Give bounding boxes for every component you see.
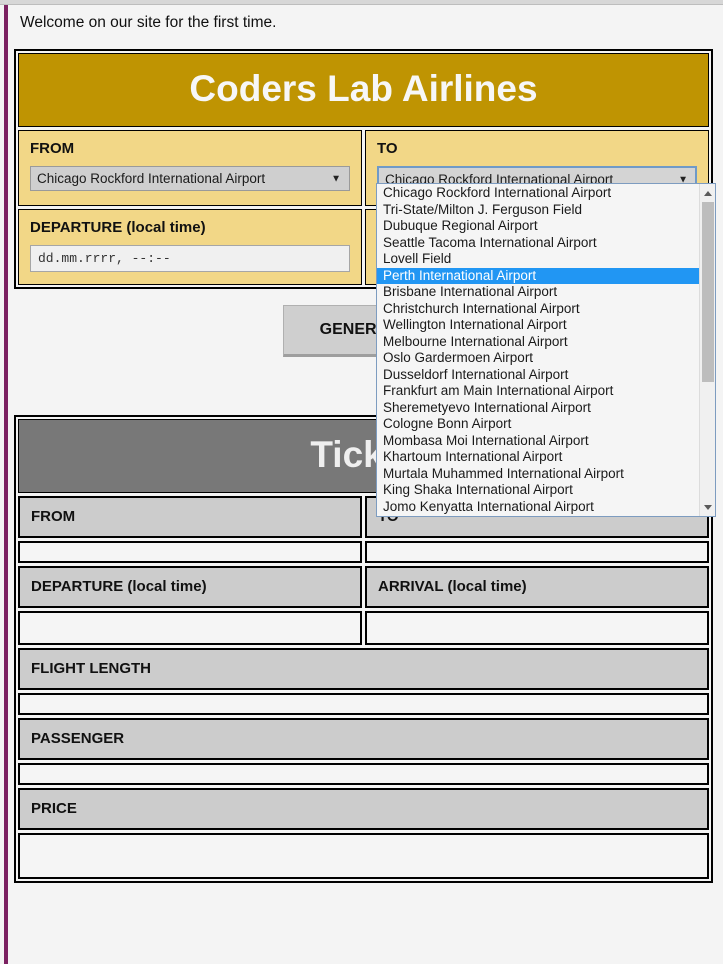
dropdown-option[interactable]: Melbourne International Airport bbox=[377, 334, 699, 351]
dropdown-option[interactable]: Lovell Field bbox=[377, 251, 699, 268]
dropdown-option[interactable]: Jomo Kenyatta International Airport bbox=[377, 499, 699, 516]
welcome-message: Welcome on our site for the first time. bbox=[20, 14, 277, 31]
table-value-cell-right bbox=[365, 611, 709, 645]
table-header-cell-left: FLIGHT LENGTH bbox=[18, 648, 709, 690]
dropdown-option[interactable]: Dusseldorf International Airport bbox=[377, 367, 699, 384]
dropdown-scrollbar[interactable] bbox=[699, 184, 715, 516]
table-row bbox=[18, 611, 709, 645]
dropdown-option[interactable]: Wellington International Airport bbox=[377, 317, 699, 334]
dropdown-option[interactable]: Chicago Rockford International Airport bbox=[377, 185, 699, 202]
table-row: PRICE bbox=[18, 788, 709, 830]
dropdown-option[interactable]: Khartoum International Airport bbox=[377, 449, 699, 466]
scroll-up-arrow-icon[interactable] bbox=[700, 186, 715, 200]
dropdown-option[interactable]: King Shaka International Airport bbox=[377, 482, 699, 499]
dropdown-option[interactable]: Tri-State/Milton J. Ferguson Field bbox=[377, 202, 699, 219]
table-row: DEPARTURE (local time) ARRIVAL (local tim… bbox=[18, 566, 709, 608]
table-value-cell-left bbox=[18, 611, 362, 645]
scrollbar-thumb[interactable] bbox=[702, 202, 714, 382]
table-header-cell-left: PRICE bbox=[18, 788, 709, 830]
table-header-cell-right: ARRIVAL (local time) bbox=[365, 566, 709, 608]
to-select-dropdown[interactable]: Chicago Rockford International Airport Tr… bbox=[376, 183, 716, 517]
departure-label: DEPARTURE (local time) bbox=[30, 219, 206, 236]
table-row bbox=[18, 763, 709, 785]
table-header-cell-left: FROM bbox=[18, 496, 362, 538]
dropdown-option-list[interactable]: Chicago Rockford International Airport Tr… bbox=[377, 184, 699, 516]
table-value-cell-left bbox=[18, 763, 709, 785]
brand-header: Coders Lab Airlines bbox=[18, 53, 709, 127]
table-value-cell-left bbox=[18, 693, 709, 715]
table-row bbox=[18, 833, 709, 879]
dropdown-option[interactable]: Brisbane International Airport bbox=[377, 284, 699, 301]
to-label: TO bbox=[377, 140, 398, 157]
ticket-table: FROMTODEPARTURE (local time)ARRIVAL (loc… bbox=[18, 496, 709, 879]
scroll-down-arrow-icon[interactable] bbox=[700, 500, 715, 514]
page-root: Welcome on our site for the first time. … bbox=[0, 0, 723, 964]
table-row bbox=[18, 693, 709, 715]
dropdown-option[interactable]: Oslo Gardermoen Airport bbox=[377, 350, 699, 367]
table-row bbox=[18, 541, 709, 563]
table-header-cell-left: DEPARTURE (local time) bbox=[18, 566, 362, 608]
departure-input[interactable] bbox=[30, 245, 350, 272]
from-field-cell: FROM Chicago Rockford International Airp… bbox=[18, 130, 362, 206]
dropdown-option[interactable]: Christchurch International Airport bbox=[377, 301, 699, 318]
from-select[interactable]: Chicago Rockford International Airport bbox=[30, 166, 350, 191]
dropdown-option[interactable]: Seattle Tacoma International Airport bbox=[377, 235, 699, 252]
from-label: FROM bbox=[30, 140, 75, 157]
dropdown-option[interactable]: Mombasa Moi International Airport bbox=[377, 433, 699, 450]
table-header-cell-left: PASSENGER bbox=[18, 718, 709, 760]
dropdown-option[interactable]: Murtala Muhammed International Airport bbox=[377, 466, 699, 483]
page-title: Coders Lab Airlines bbox=[189, 68, 538, 109]
dropdown-option[interactable]: Frankfurt am Main International Airport bbox=[377, 383, 699, 400]
departure-field-cell: DEPARTURE (local time) bbox=[18, 209, 362, 285]
dropdown-option[interactable]: Cologne Bonn Airport bbox=[377, 416, 699, 433]
table-row: PASSENGER bbox=[18, 718, 709, 760]
dropdown-option[interactable]: Sheremetyevo International Airport bbox=[377, 400, 699, 417]
table-value-cell-left bbox=[18, 541, 362, 563]
table-value-cell-right bbox=[365, 541, 709, 563]
table-row: FLIGHT LENGTH bbox=[18, 648, 709, 690]
from-select-wrap[interactable]: Chicago Rockford International Airport ▼ bbox=[30, 166, 350, 191]
dropdown-option[interactable]: Dubuque Regional Airport bbox=[377, 218, 699, 235]
dropdown-option[interactable]: Perth International Airport bbox=[377, 267, 699, 284]
table-value-cell-left bbox=[18, 833, 709, 879]
